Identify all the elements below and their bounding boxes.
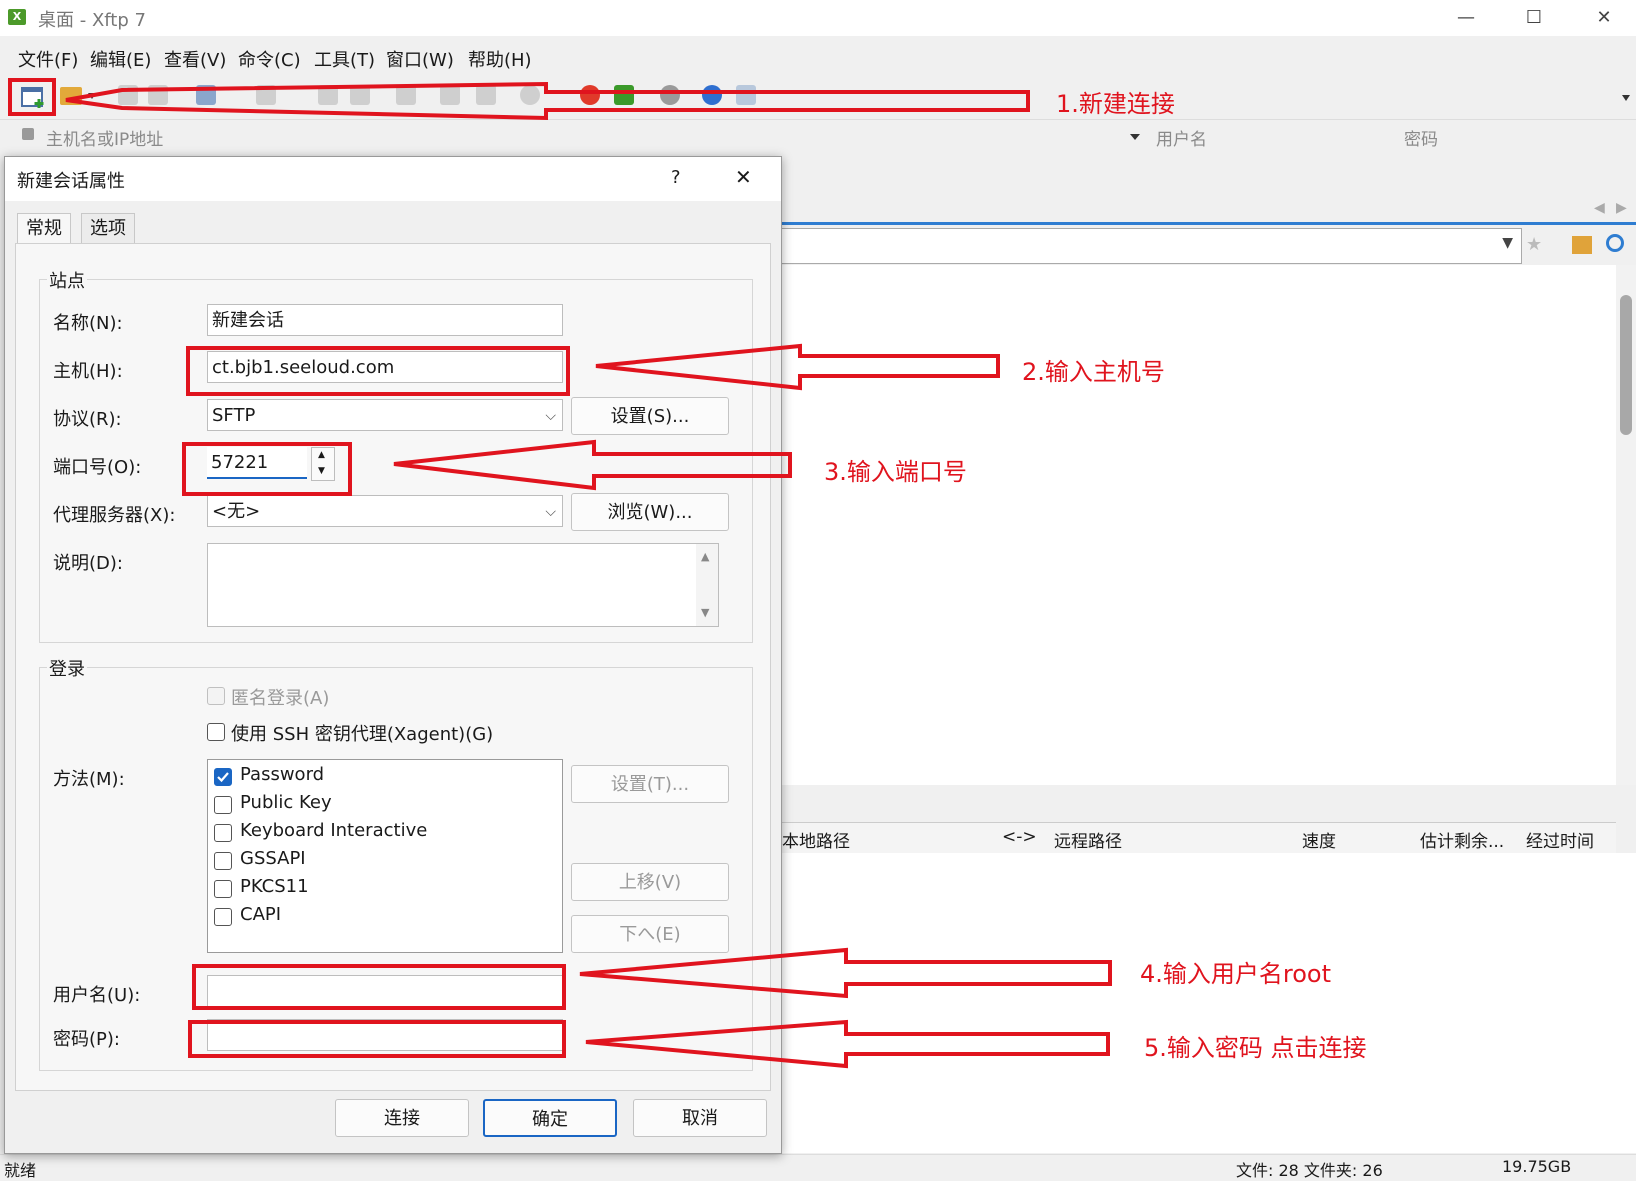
arrow-2 xyxy=(595,343,1000,391)
annotation-step-4: 4.输入用户名root xyxy=(1140,960,1332,988)
annotation-arrows xyxy=(65,81,1112,1069)
arrow-4 xyxy=(579,947,1112,999)
annotation-step-3: 3.输入端口号 xyxy=(824,458,967,486)
arrow-5 xyxy=(585,1019,1110,1069)
arrow-3 xyxy=(393,439,792,491)
annotation-step-2: 2.输入主机号 xyxy=(1022,358,1165,386)
arrow-1 xyxy=(65,81,1030,121)
annotation-step-5: 5.输入密码 点击连接 xyxy=(1144,1034,1367,1062)
annotation-step-1: 1.新建连接 xyxy=(1056,90,1175,118)
